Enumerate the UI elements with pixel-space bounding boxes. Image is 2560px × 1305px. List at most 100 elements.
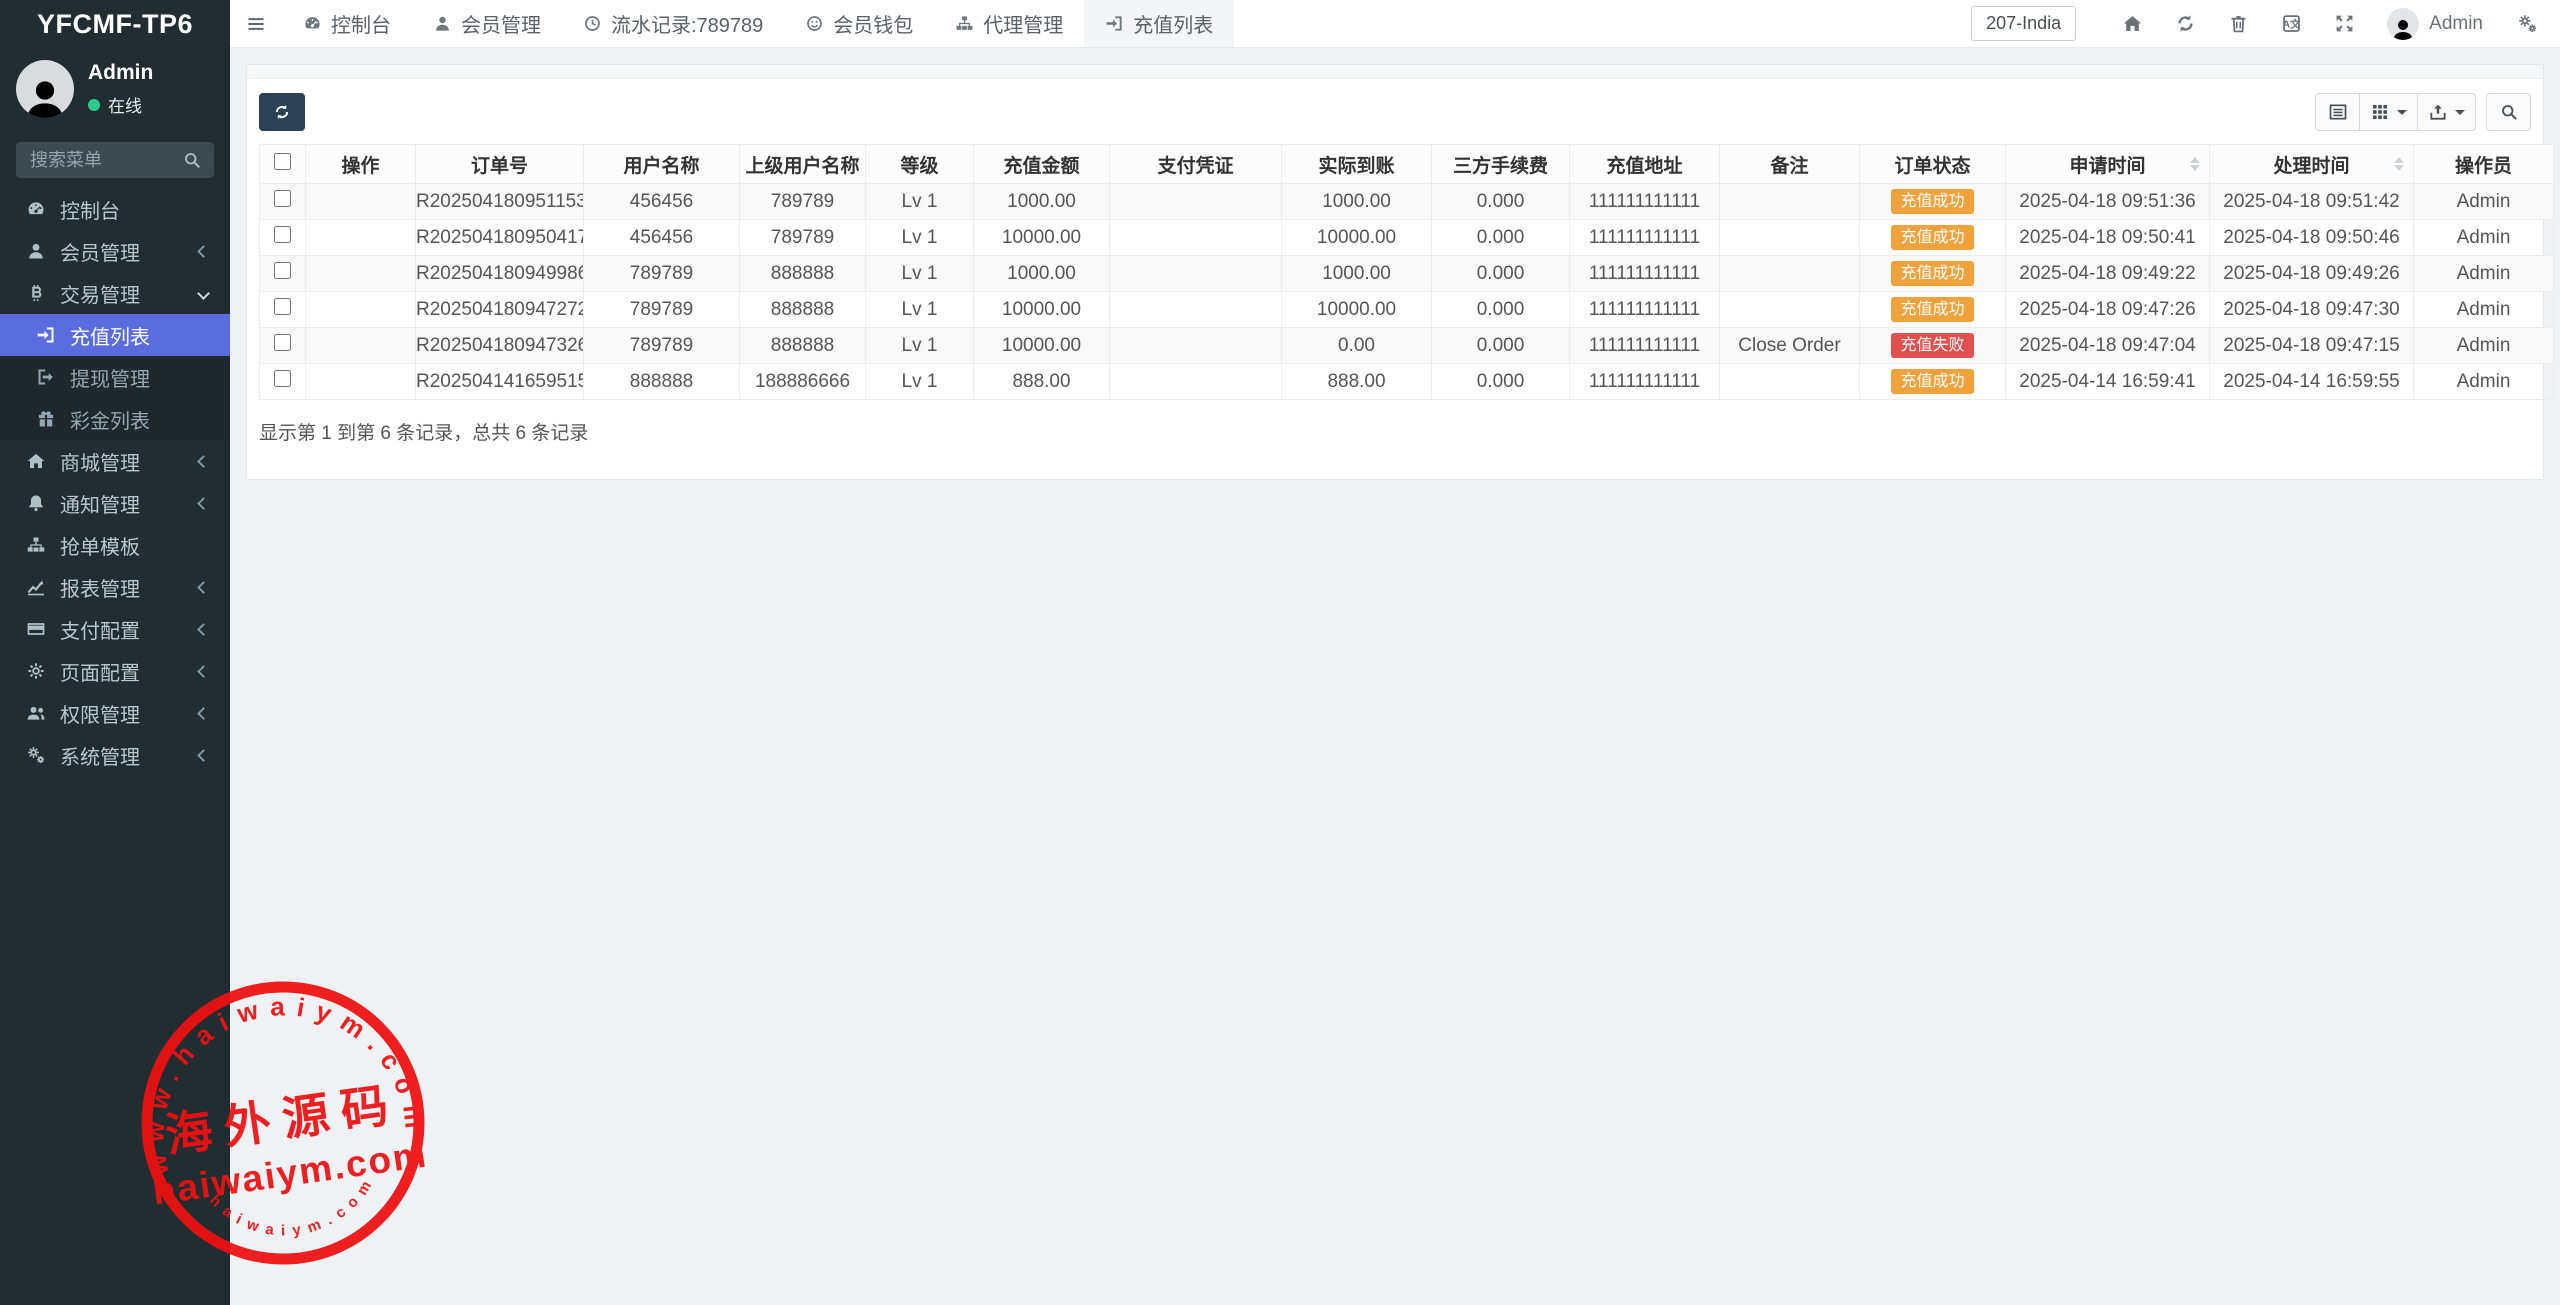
sidebar-item-bonus-list[interactable]: 彩金列表 [0, 398, 230, 440]
sidebar-item-payment-config[interactable]: 支付配置 [0, 608, 230, 650]
history-icon [583, 14, 602, 33]
sidebar-item-trade-mgmt[interactable]: 交易管理 [0, 272, 230, 314]
tab-label: 流水记录:789789 [611, 9, 763, 38]
cell-actual: 1000.00 [1282, 184, 1432, 220]
clear-cache-button[interactable] [2228, 13, 2249, 34]
cell-fee: 0.000 [1432, 328, 1570, 364]
app-logo[interactable]: YFCMF-TP6 [0, 0, 230, 48]
sidebar-item-notice-mgmt[interactable]: 通知管理 [0, 482, 230, 524]
sidebar-item-member-mgmt[interactable]: 会员管理 [0, 230, 230, 272]
avatar[interactable] [16, 60, 74, 118]
cell-process-time: 2025-04-18 09:47:15 [2210, 328, 2414, 364]
tab-dashboard[interactable]: 控制台 [282, 0, 412, 47]
sidebar-item-page-config[interactable]: 页面配置 [0, 650, 230, 692]
cell-parent-user: 888888 [740, 292, 866, 328]
sort-icons[interactable] [2190, 157, 2200, 171]
export-button[interactable] [2418, 93, 2476, 131]
cell-user: 456456 [584, 184, 740, 220]
cell-remark: Close Order [1720, 328, 1860, 364]
toggle-view-button[interactable] [2315, 93, 2360, 131]
bell-icon [26, 493, 46, 513]
sidebar-item-recharge-list[interactable]: 充值列表 [0, 314, 230, 356]
column-header-label: 用户名称 [623, 156, 699, 177]
row-checkbox[interactable] [274, 226, 291, 243]
cell-user: 789789 [584, 292, 740, 328]
cell-amount: 888.00 [974, 364, 1110, 400]
main-content: 操作订单号用户名称上级用户名称等级充值金额支付凭证实际到账三方手续费充值地址备注… [230, 48, 2560, 1305]
coin-icon [805, 14, 824, 33]
column-header: 等级 [866, 145, 974, 184]
list-icon [2328, 102, 2348, 122]
sidebar-item-permission-mgmt[interactable]: 权限管理 [0, 692, 230, 734]
navbar-username[interactable]: Admin [2429, 13, 2483, 35]
cell-order-no: R2025041809499860 [416, 256, 584, 292]
cell-parent-user: 789789 [740, 184, 866, 220]
fullscreen-button[interactable] [2334, 13, 2355, 34]
cell-apply-time: 2025-04-18 09:47:26 [2006, 292, 2210, 328]
cell-operator: Admin [2414, 220, 2554, 256]
export-icon [2428, 102, 2448, 122]
row-checkbox[interactable] [274, 334, 291, 351]
cell-amount: 10000.00 [974, 220, 1110, 256]
sidebar-item-label: 权限管理 [60, 699, 199, 728]
search-icon[interactable] [182, 150, 202, 170]
table-search-button[interactable] [2486, 93, 2531, 131]
settings-button[interactable] [2517, 13, 2538, 34]
tab-agent-mgmt[interactable]: 代理管理 [934, 0, 1084, 47]
chevron-left-icon [197, 749, 210, 762]
tab-member-wallet[interactable]: 会员钱包 [784, 0, 934, 47]
language-button[interactable] [2281, 13, 2302, 34]
menu-icon [246, 14, 266, 34]
column-header[interactable]: 申请时间 [2006, 145, 2210, 184]
table-header-row: 操作订单号用户名称上级用户名称等级充值金额支付凭证实际到账三方手续费充值地址备注… [260, 145, 2554, 184]
cell-order-no: R2025041809472721 [416, 292, 584, 328]
region-selector[interactable]: 207-India [1971, 6, 2076, 41]
cell-voucher [1110, 328, 1282, 364]
navbar-avatar[interactable] [2387, 8, 2419, 40]
row-checkbox[interactable] [274, 370, 291, 387]
row-checkbox[interactable] [274, 298, 291, 315]
table-row: R2025041416595153888888188886666Lv 1888.… [260, 364, 2554, 400]
cell-operator: Admin [2414, 256, 2554, 292]
column-header-label: 上级用户名称 [745, 156, 859, 177]
hamburger-button[interactable] [230, 0, 282, 47]
sidebar-item-label: 系统管理 [60, 741, 199, 770]
grid-icon [2370, 102, 2390, 122]
columns-button[interactable] [2360, 93, 2418, 131]
search-icon [2499, 102, 2519, 122]
sidebar-item-dashboard[interactable]: 控制台 [0, 188, 230, 230]
cell-voucher [1110, 220, 1282, 256]
sort-icons[interactable] [2394, 157, 2404, 171]
refresh-button[interactable] [2175, 13, 2196, 34]
tab-recharge-list[interactable]: 充值列表 [1084, 0, 1234, 47]
home-button[interactable] [2122, 13, 2143, 34]
cell-fee: 0.000 [1432, 292, 1570, 328]
column-header: 订单状态 [1860, 145, 2006, 184]
column-header-label: 充值地址 [1606, 156, 1682, 177]
row-checkbox[interactable] [274, 262, 291, 279]
cell-remark [1720, 292, 1860, 328]
column-header-label: 申请时间 [2069, 156, 2145, 177]
tab-member-mgmt[interactable]: 会员管理 [412, 0, 562, 47]
cell-process-time: 2025-04-18 09:49:26 [2210, 256, 2414, 292]
sidebar-item-mall-mgmt[interactable]: 商城管理 [0, 440, 230, 482]
column-header-label: 操作 [341, 156, 379, 177]
sidebar-item-withdraw-mgmt[interactable]: 提现管理 [0, 356, 230, 398]
online-dot [88, 99, 100, 111]
home-icon [26, 451, 46, 471]
cell-level: Lv 1 [866, 328, 974, 364]
table-refresh-button[interactable] [259, 93, 305, 131]
select-all-checkbox[interactable] [274, 153, 291, 170]
chevron-down-icon [197, 287, 210, 300]
sidebar-item-order-template[interactable]: 抢单模板 [0, 524, 230, 566]
tab-flow-record[interactable]: 流水记录:789789 [562, 0, 784, 47]
sidebar-item-system-mgmt[interactable]: 系统管理 [0, 734, 230, 776]
row-checkbox[interactable] [274, 190, 291, 207]
gauge-icon [26, 199, 46, 219]
column-header: 备注 [1720, 145, 1860, 184]
column-header: 用户名称 [584, 145, 740, 184]
status-badge: 充值失败 [1891, 333, 1973, 358]
sidebar-item-report-mgmt[interactable]: 报表管理 [0, 566, 230, 608]
column-header[interactable]: 处理时间 [2210, 145, 2414, 184]
table-row: R2025041809473264789789888888Lv 110000.0… [260, 328, 2554, 364]
